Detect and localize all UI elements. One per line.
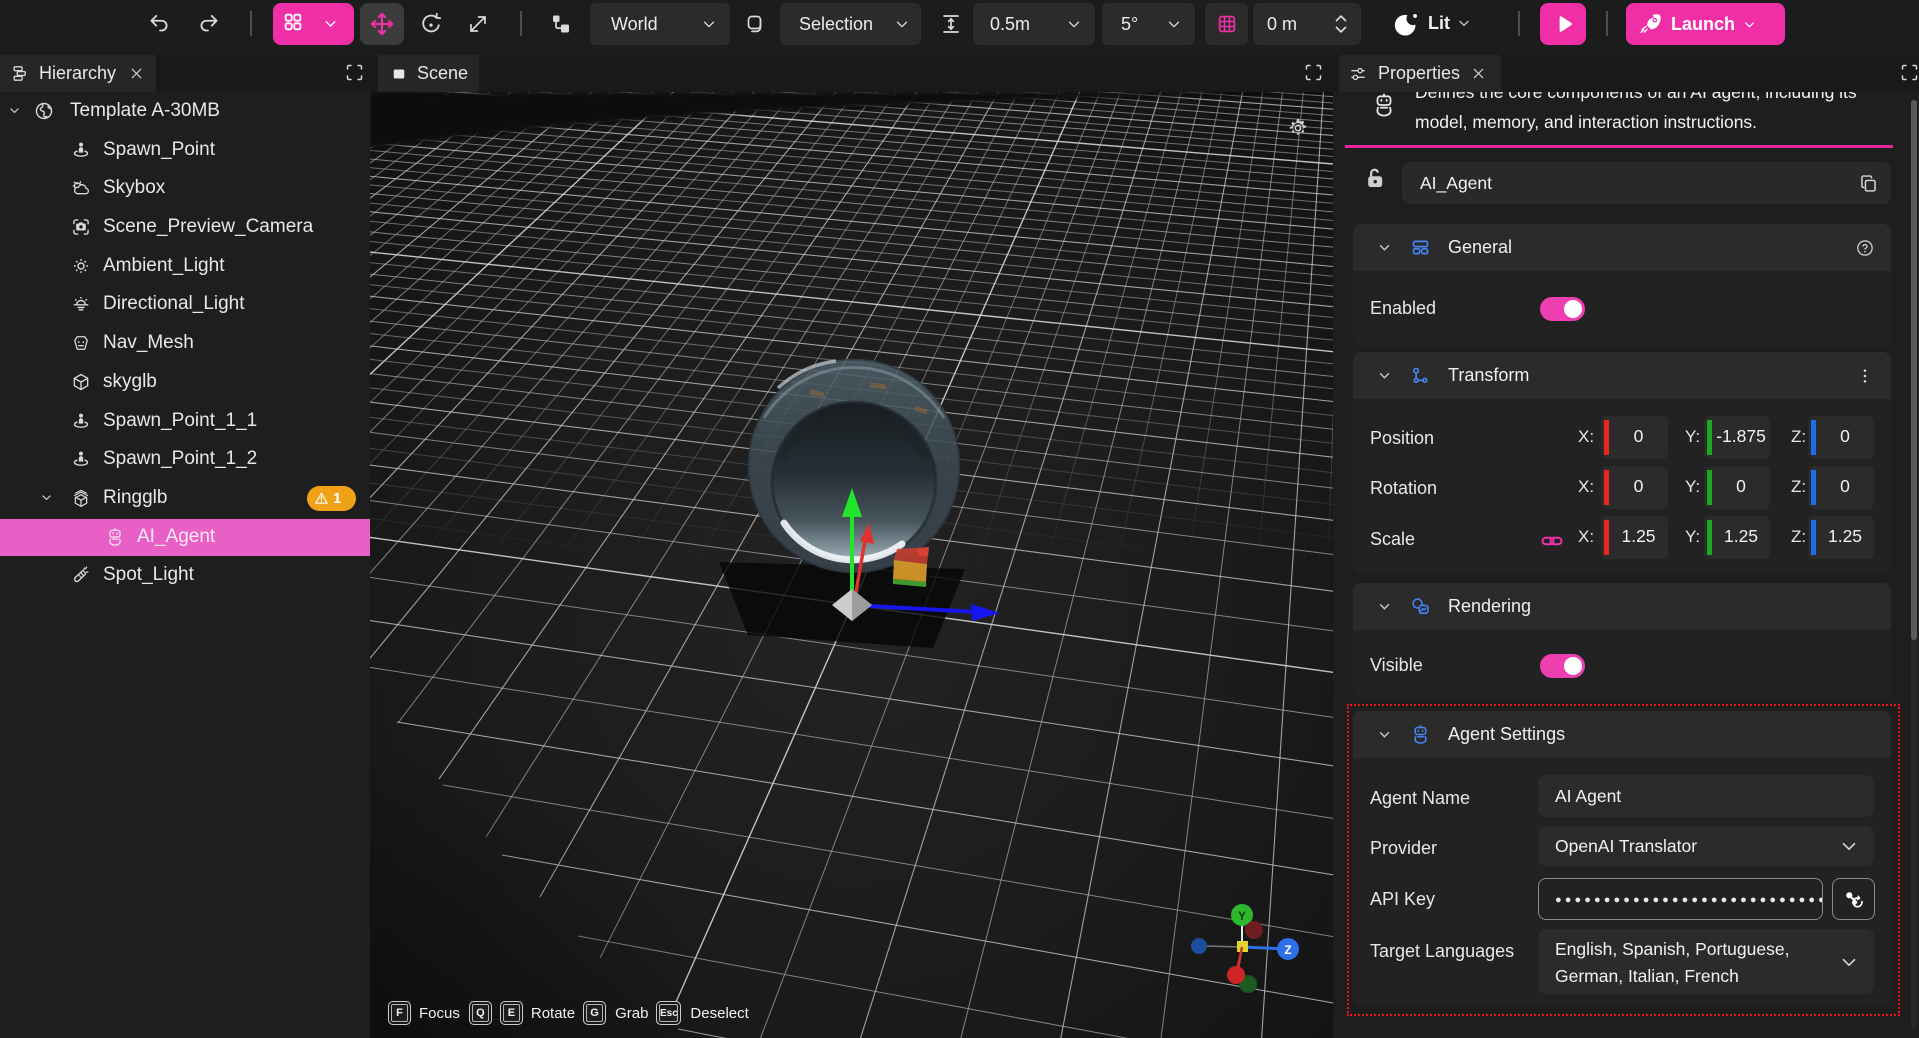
svg-text:Z: Z [1284,943,1291,957]
svg-text:Y: Y [1238,909,1246,923]
